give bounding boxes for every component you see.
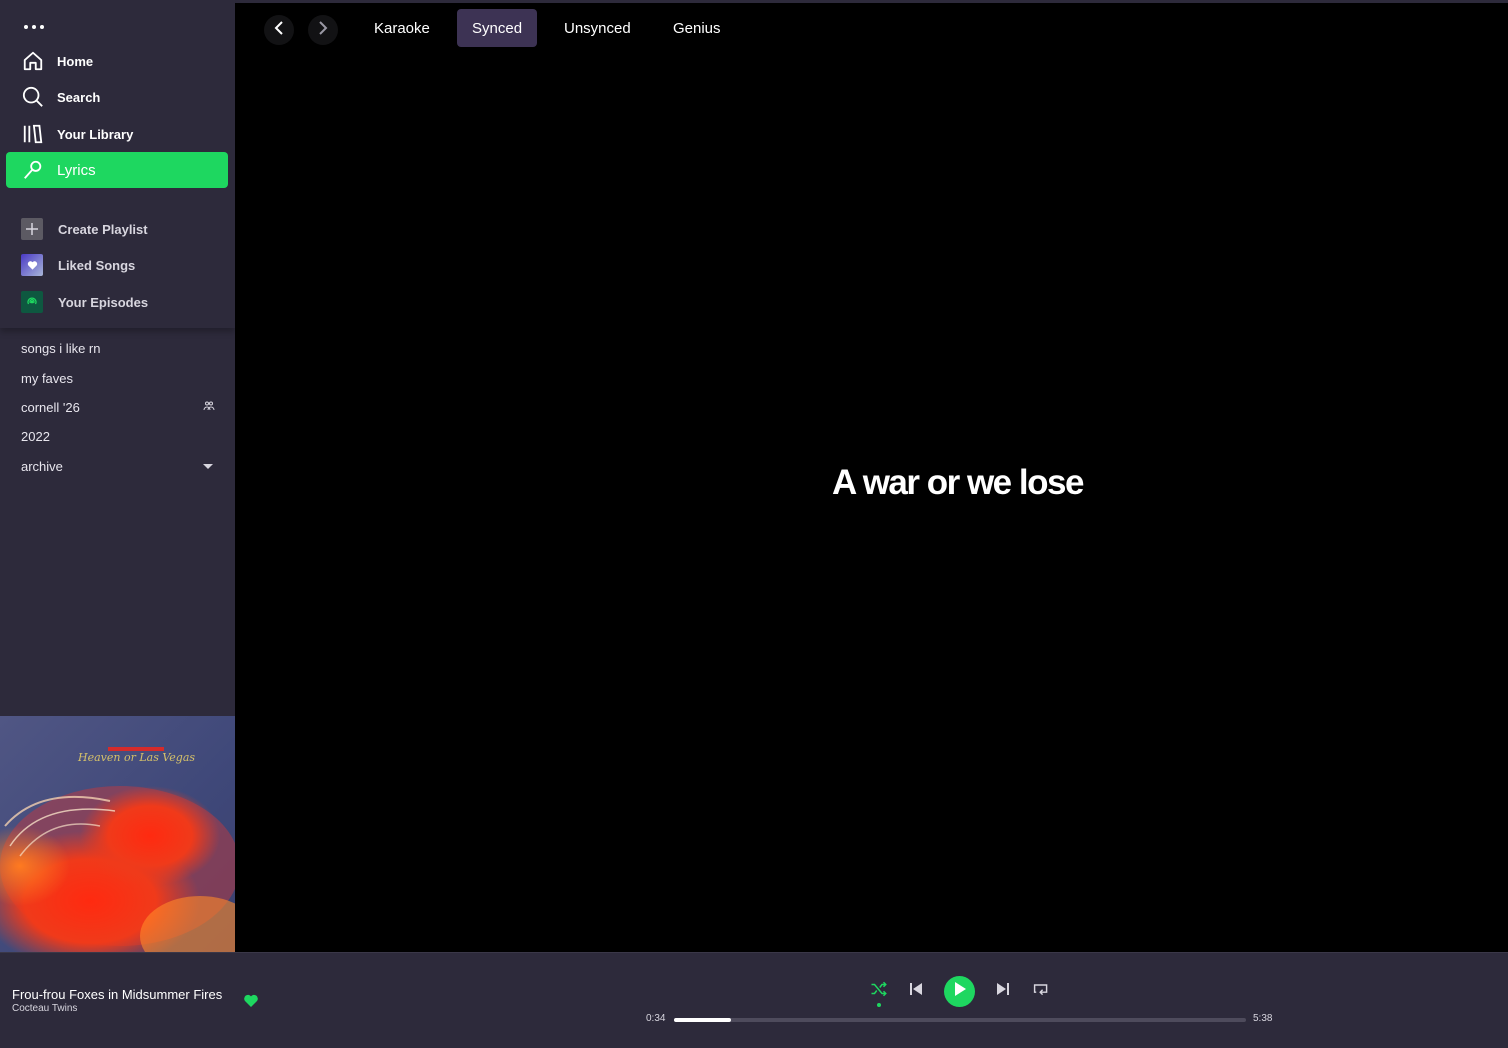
svg-text:Heaven or Las Vegas: Heaven or Las Vegas bbox=[77, 751, 195, 764]
collaborative-icon bbox=[203, 400, 215, 415]
progress-fill bbox=[674, 1018, 732, 1022]
tab-genius[interactable]: Genius bbox=[658, 9, 736, 47]
play-icon bbox=[954, 982, 966, 1001]
plus-icon bbox=[21, 218, 43, 240]
liked-songs-link[interactable]: Liked Songs bbox=[6, 249, 228, 281]
shuffle-button[interactable] bbox=[867, 979, 891, 1003]
repeat-icon bbox=[1033, 982, 1049, 1001]
repeat-button[interactable] bbox=[1029, 979, 1053, 1003]
playlist-item[interactable]: songs i like rn bbox=[0, 334, 235, 363]
like-button[interactable] bbox=[243, 993, 261, 1011]
your-episodes-link[interactable]: Your Episodes bbox=[6, 286, 228, 318]
sidebar-item-label: Create Playlist bbox=[58, 221, 148, 237]
progress-bar[interactable] bbox=[674, 1018, 1246, 1022]
sidebar-item-label: Home bbox=[57, 53, 94, 69]
back-button[interactable] bbox=[264, 15, 294, 45]
heart-icon bbox=[21, 254, 43, 276]
caret-down-icon[interactable] bbox=[203, 463, 213, 469]
create-playlist-button[interactable]: Create Playlist bbox=[6, 213, 228, 245]
podcast-icon bbox=[21, 291, 43, 313]
previous-button[interactable] bbox=[904, 979, 928, 1003]
heart-icon bbox=[243, 994, 259, 1013]
playlist-item[interactable]: my faves bbox=[0, 363, 235, 392]
tab-unsynced[interactable]: Unsynced bbox=[549, 9, 646, 47]
playlist-list: songs i like rn my faves cornell '26 202… bbox=[0, 334, 235, 481]
skip-back-icon bbox=[909, 982, 923, 1001]
shuffle-active-indicator bbox=[877, 1003, 881, 1007]
album-cover-art[interactable]: Heaven or Las Vegas bbox=[0, 716, 235, 952]
playlist-name: songs i like rn bbox=[21, 341, 101, 357]
sidebar-item-lyrics[interactable]: Lyrics bbox=[6, 152, 228, 188]
library-icon bbox=[21, 122, 45, 146]
skip-forward-icon bbox=[996, 982, 1010, 1001]
total-duration: 5:38 bbox=[1253, 1013, 1273, 1024]
playlist-name: 2022 bbox=[21, 429, 50, 445]
more-options-icon[interactable] bbox=[24, 20, 48, 34]
track-title[interactable]: Frou-frou Foxes in Midsummer Fires bbox=[12, 987, 222, 1002]
playlist-name: cornell '26 bbox=[21, 399, 80, 415]
tab-synced[interactable]: Synced bbox=[457, 9, 538, 47]
playlist-name: my faves bbox=[21, 370, 74, 386]
playlist-item[interactable]: cornell '26 bbox=[0, 393, 235, 422]
playlist-name: archive bbox=[21, 458, 63, 474]
search-icon bbox=[21, 85, 45, 109]
shuffle-icon bbox=[870, 981, 888, 1002]
sidebar-item-label: Your Episodes bbox=[58, 294, 149, 310]
sidebar-item-label: Liked Songs bbox=[58, 257, 136, 273]
chevron-right-icon bbox=[317, 20, 329, 40]
player-bar: Frou-frou Foxes in Midsummer Fires Cocte… bbox=[0, 952, 1508, 1048]
tab-karaoke[interactable]: Karaoke bbox=[359, 9, 445, 47]
chevron-left-icon bbox=[273, 20, 285, 40]
current-lyric-line: A war or we lose bbox=[832, 463, 1084, 502]
lyrics-view: Karaoke Synced Unsynced Genius A war or … bbox=[235, 0, 1508, 952]
forward-button[interactable] bbox=[308, 15, 338, 45]
sidebar-item-library[interactable]: Your Library bbox=[6, 116, 228, 152]
elapsed-time: 0:34 bbox=[646, 1013, 666, 1024]
home-icon bbox=[21, 49, 45, 73]
microphone-icon bbox=[21, 158, 45, 182]
sidebar-item-label: Lyrics bbox=[57, 161, 96, 179]
sidebar: Home Search Your Library Lyrics Create P… bbox=[0, 0, 235, 952]
sidebar-item-home[interactable]: Home bbox=[6, 43, 228, 79]
next-button[interactable] bbox=[991, 979, 1015, 1003]
sidebar-item-label: Your Library bbox=[57, 126, 134, 142]
play-button[interactable] bbox=[944, 976, 975, 1007]
track-artist[interactable]: Cocteau Twins bbox=[12, 1003, 77, 1014]
sidebar-item-search[interactable]: Search bbox=[6, 79, 228, 115]
app-window: Home Search Your Library Lyrics Create P… bbox=[0, 0, 1508, 1048]
sidebar-item-label: Search bbox=[57, 89, 101, 105]
playlist-item[interactable]: 2022 bbox=[0, 422, 235, 451]
playlist-folder[interactable]: archive bbox=[0, 452, 235, 481]
sidebar-top: Home Search Your Library Lyrics Create P… bbox=[0, 0, 235, 328]
